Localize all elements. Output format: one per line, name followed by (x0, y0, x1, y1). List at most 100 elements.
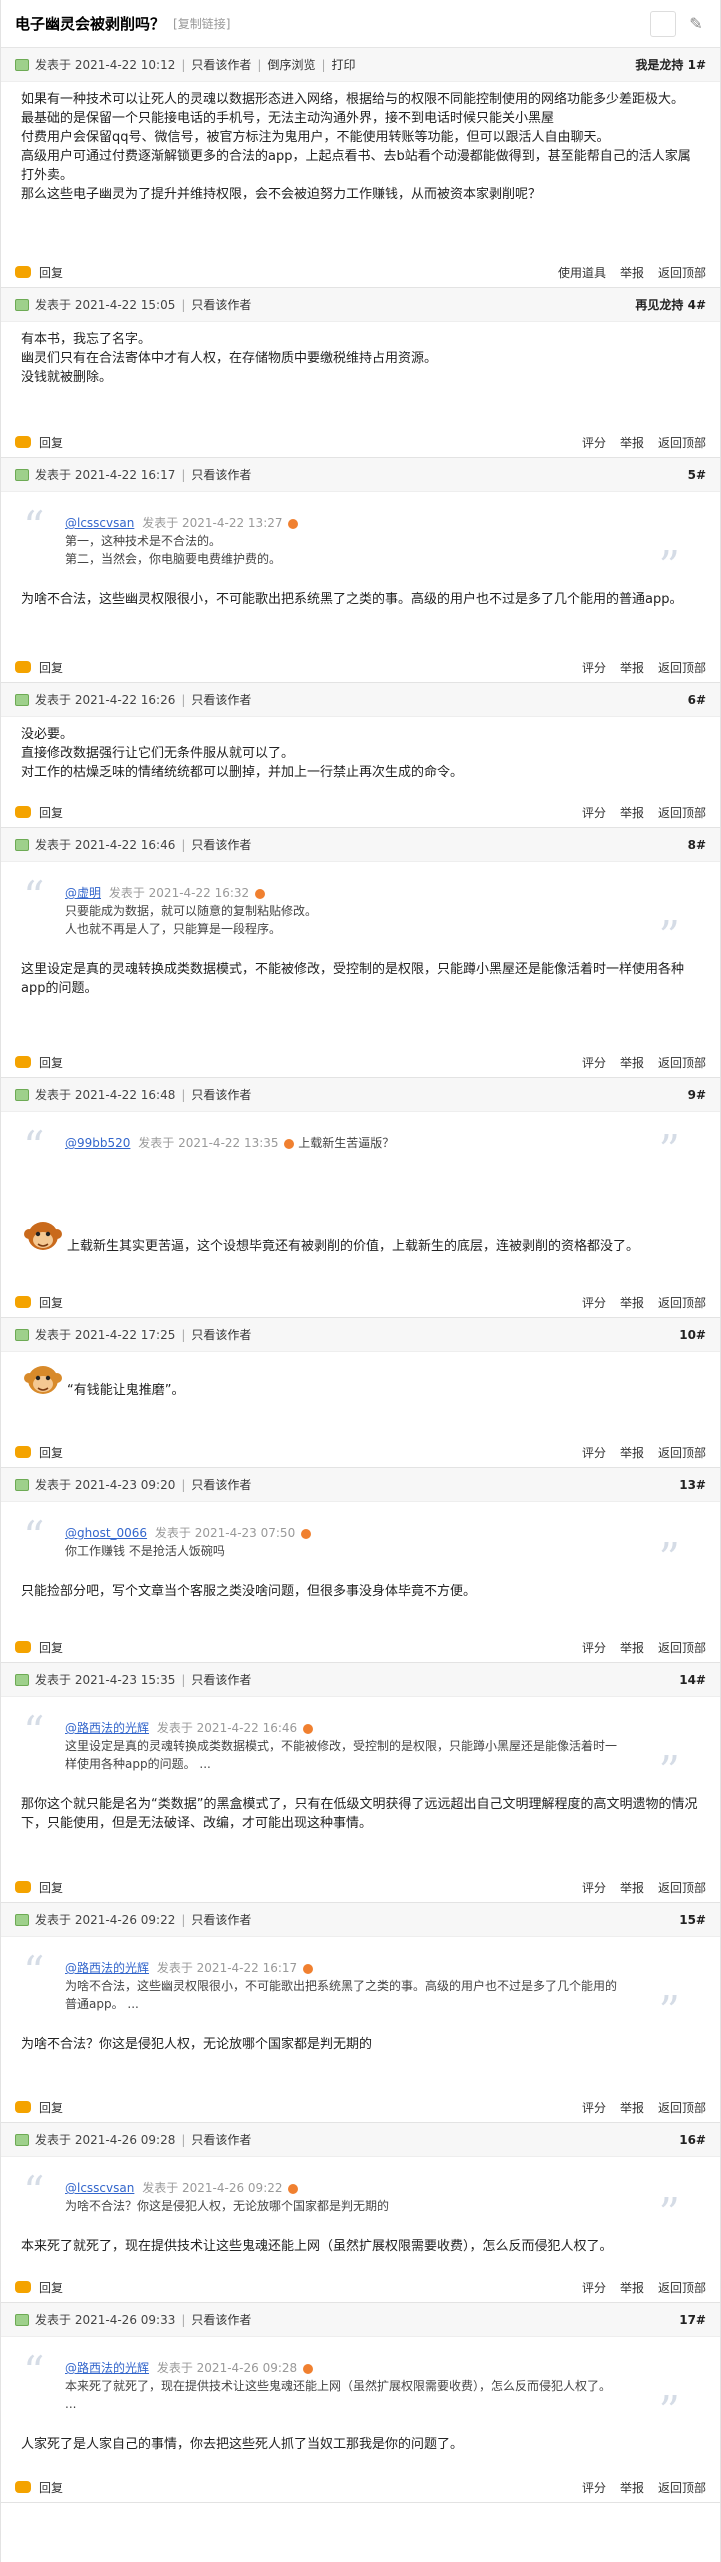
jump-arrow-icon[interactable] (303, 1723, 313, 1734)
quote-user-link[interactable]: @虚明 (65, 886, 101, 900)
floor-number[interactable]: 我是龙持 1# (635, 56, 706, 73)
rate-button[interactable]: 评分 (582, 659, 606, 676)
back-to-top-button[interactable]: 返回顶部 (658, 1444, 706, 1461)
report-button[interactable]: 举报 (620, 1639, 644, 1656)
report-button[interactable]: 举报 (620, 1444, 644, 1461)
report-button[interactable]: 举报 (620, 1879, 644, 1896)
jump-arrow-icon[interactable] (284, 1138, 295, 1149)
post-line: 最基础的是保留一个只能接电话的手机号，无法主动沟通外界，接不到电话时候只能关小黑… (21, 111, 555, 126)
copy-link[interactable]: [复制链接] (173, 15, 230, 32)
quote-time: 发表于 2021-4-22 13:27 (142, 516, 283, 530)
back-to-top-button[interactable]: 返回顶部 (658, 2479, 706, 2496)
rate-button[interactable]: 评分 (582, 1294, 606, 1311)
reply-button[interactable]: 回复 (15, 2099, 63, 2116)
jump-arrow-icon[interactable] (301, 1528, 312, 1539)
back-to-top-button[interactable]: 返回顶部 (658, 1639, 706, 1656)
floor-number[interactable]: 13# (679, 1478, 706, 1492)
report-button[interactable]: 举报 (620, 804, 644, 821)
floor-number[interactable]: 10# (679, 1328, 706, 1342)
rate-button[interactable]: 评分 (582, 804, 606, 821)
back-to-top-button[interactable]: 返回顶部 (658, 434, 706, 451)
report-button[interactable]: 举报 (620, 434, 644, 451)
reverse-order-link[interactable]: 倒序浏览 (267, 56, 315, 73)
post-footer: 回复 评分 举报 返回顶部 (1, 1287, 720, 1317)
report-button[interactable]: 举报 (620, 1054, 644, 1071)
only-author-link[interactable]: 只看该作者 (191, 836, 251, 853)
rate-button[interactable]: 评分 (582, 1444, 606, 1461)
rate-button[interactable]: 评分 (582, 1639, 606, 1656)
floor-number[interactable]: 17# (679, 2313, 706, 2327)
rate-button[interactable]: 评分 (582, 2279, 606, 2296)
quote-user-link[interactable]: @99bb520 (65, 1136, 130, 1150)
quote-user-link[interactable]: @路西法的光辉 (65, 1721, 149, 1735)
only-author-link[interactable]: 只看该作者 (191, 691, 251, 708)
floor-number[interactable]: 再见龙持 4# (635, 296, 706, 313)
reply-button[interactable]: 回复 (15, 1639, 63, 1656)
reply-button[interactable]: 回复 (15, 1054, 63, 1071)
floor-number[interactable]: 9# (688, 1088, 706, 1102)
reply-button[interactable]: 回复 (15, 1444, 63, 1461)
use-item-button[interactable]: 使用道具 (558, 264, 606, 281)
floor-number[interactable]: 16# (679, 2133, 706, 2147)
quote-user-link[interactable]: @路西法的光辉 (65, 2361, 149, 2375)
reply-button[interactable]: 回复 (15, 264, 63, 281)
jump-arrow-icon[interactable] (288, 2183, 299, 2194)
quote-user-link[interactable]: @lcsscvsan (65, 2181, 134, 2195)
report-button[interactable]: 举报 (620, 2279, 644, 2296)
reply-button[interactable]: 回复 (15, 2479, 63, 2496)
back-to-top-button[interactable]: 返回顶部 (658, 264, 706, 281)
report-button[interactable]: 举报 (620, 1294, 644, 1311)
only-author-link[interactable]: 只看该作者 (191, 56, 251, 73)
only-author-link[interactable]: 只看该作者 (191, 1326, 251, 1343)
only-author-link[interactable]: 只看该作者 (191, 1086, 251, 1103)
reply-button[interactable]: 回复 (15, 2279, 63, 2296)
only-author-link[interactable]: 只看该作者 (191, 2311, 251, 2328)
back-to-top-button[interactable]: 返回顶部 (658, 1054, 706, 1071)
jump-arrow-icon[interactable] (303, 2363, 313, 2374)
back-to-top-button[interactable]: 返回顶部 (658, 1879, 706, 1896)
reply-button[interactable]: 回复 (15, 434, 63, 451)
reply-button[interactable]: 回复 (15, 659, 63, 676)
post: 发表于 2021-4-22 16:48 | 只看该作者 9# “ @99bb520… (1, 1078, 720, 1318)
quote-user-link[interactable]: @ghost_0066 (65, 1526, 147, 1540)
rate-button[interactable]: 评分 (582, 1879, 606, 1896)
floor-number[interactable]: 15# (679, 1913, 706, 1927)
rate-button[interactable]: 评分 (582, 1054, 606, 1071)
floor-number[interactable]: 14# (679, 1673, 706, 1687)
only-author-link[interactable]: 只看该作者 (191, 466, 251, 483)
only-author-link[interactable]: 只看该作者 (191, 296, 251, 313)
only-author-link[interactable]: 只看该作者 (191, 2131, 251, 2148)
only-author-link[interactable]: 只看该作者 (191, 1911, 251, 1928)
floor-number[interactable]: 8# (688, 838, 706, 852)
reply-bubble-icon (15, 2281, 31, 2293)
quote-user-link[interactable]: @路西法的光辉 (65, 1961, 149, 1975)
floor-number[interactable]: 5# (688, 468, 706, 482)
back-to-top-button[interactable]: 返回顶部 (658, 2099, 706, 2116)
wrench-icon[interactable]: ✎ (686, 14, 706, 34)
report-button[interactable]: 举报 (620, 2479, 644, 2496)
jump-arrow-icon[interactable] (288, 518, 299, 529)
reply-button[interactable]: 回复 (15, 1879, 63, 1896)
quote-user-link[interactable]: @lcsscvsan (65, 516, 134, 530)
report-button[interactable]: 举报 (620, 659, 644, 676)
back-to-top-button[interactable]: 返回顶部 (658, 2279, 706, 2296)
print-link[interactable]: 打印 (332, 56, 356, 73)
quote-line: 你工作赚钱 不是抢活人饭碗吗 (65, 1544, 225, 1558)
only-author-link[interactable]: 只看该作者 (191, 1476, 251, 1493)
reply-button[interactable]: 回复 (15, 1294, 63, 1311)
reply-button[interactable]: 回复 (15, 804, 63, 821)
rate-button[interactable]: 评分 (582, 2479, 606, 2496)
rate-button[interactable]: 评分 (582, 2099, 606, 2116)
back-to-top-button[interactable]: 返回顶部 (658, 804, 706, 821)
floor-number[interactable]: 6# (688, 693, 706, 707)
back-to-top-button[interactable]: 返回顶部 (658, 1294, 706, 1311)
rate-button[interactable]: 评分 (582, 434, 606, 451)
report-button[interactable]: 举报 (620, 2099, 644, 2116)
jump-arrow-icon[interactable] (255, 888, 265, 899)
separator: | (181, 692, 186, 707)
select-checkbox[interactable] (650, 10, 676, 37)
only-author-link[interactable]: 只看该作者 (191, 1671, 251, 1688)
report-button[interactable]: 举报 (620, 264, 644, 281)
back-to-top-button[interactable]: 返回顶部 (658, 659, 706, 676)
jump-arrow-icon[interactable] (303, 1963, 313, 1974)
